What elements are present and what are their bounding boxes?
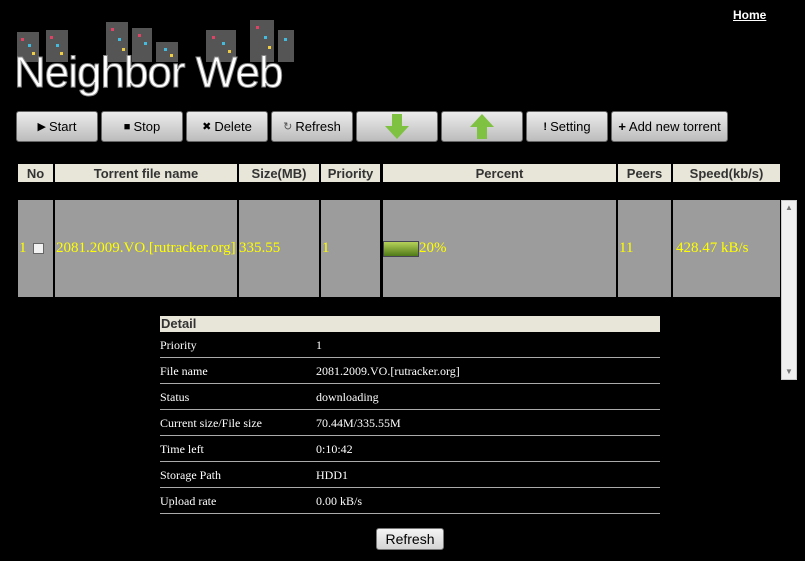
- detail-row: Upload rate 0.00 kB/s: [160, 489, 660, 514]
- column-header-peers: Peers: [618, 164, 671, 182]
- row-number: 1: [19, 240, 27, 256]
- exclamation-icon: !: [543, 120, 548, 133]
- column-header-percent: Percent: [383, 164, 616, 182]
- speed-cell: 428.47 kB/s: [673, 200, 780, 297]
- detail-label: Priority: [160, 337, 197, 352]
- stop-button[interactable]: ■ Stop: [101, 111, 183, 142]
- detail-row: Status downloading: [160, 385, 660, 410]
- scroll-down-arrow-icon[interactable]: ▼: [782, 365, 796, 379]
- detail-label: Status: [160, 389, 190, 404]
- column-header-priority: Priority: [321, 164, 380, 182]
- percent-value: 20%: [419, 240, 447, 256]
- detail-value: downloading: [316, 389, 379, 404]
- detail-row: Current size/File size 70.44M/335.55M: [160, 411, 660, 436]
- priority-cell: 1: [321, 200, 380, 297]
- detail-panel: Detail Priority 1 File name 2081.2009.VO…: [160, 316, 660, 514]
- detail-row: Priority 1: [160, 333, 660, 358]
- column-header-no: No: [18, 164, 53, 182]
- home-link[interactable]: Home: [733, 8, 766, 22]
- plus-icon: +: [618, 119, 626, 134]
- detail-row: Storage Path HDD1: [160, 463, 660, 488]
- detail-label: Current size/File size: [160, 415, 262, 430]
- up-arrow-icon: [470, 113, 494, 139]
- detail-title: Detail: [160, 316, 660, 332]
- refresh-icon: ↻: [283, 121, 293, 133]
- percent-cell: 20%: [383, 200, 616, 297]
- move-up-button[interactable]: [441, 111, 523, 142]
- setting-button[interactable]: ! Setting: [526, 111, 608, 142]
- detail-label: File name: [160, 363, 208, 378]
- progress-bar: [383, 240, 419, 257]
- priority-value: 1: [322, 240, 330, 256]
- detail-value: 2081.2009.VO.[rutracker.org]: [316, 363, 460, 378]
- detail-label: Storage Path: [160, 467, 221, 482]
- table-row-no-cell[interactable]: 1: [18, 200, 53, 297]
- move-down-button[interactable]: [356, 111, 438, 142]
- row-checkbox[interactable]: [32, 243, 44, 254]
- logo-text: Neighbor Web: [13, 48, 283, 98]
- refresh-button[interactable]: ↻ Refresh: [271, 111, 353, 142]
- size-cell: 335.55: [239, 200, 319, 297]
- peers-value: 11: [619, 240, 634, 256]
- torrent-name-cell[interactable]: 2081.2009.VO.[rutracker.org]: [55, 200, 237, 297]
- detail-value: 1: [316, 337, 322, 352]
- size-value: 335.55: [239, 240, 281, 256]
- detail-label: Upload rate: [160, 493, 217, 508]
- detail-value: 0.00 kB/s: [316, 493, 363, 508]
- refresh-bottom-button[interactable]: Refresh: [376, 528, 444, 550]
- column-header-speed: Speed(kb/s): [673, 164, 780, 182]
- stop-icon: ■: [123, 120, 131, 133]
- detail-value: 70.44M/335.55M: [316, 415, 401, 430]
- down-arrow-icon: [385, 113, 409, 139]
- torrent-name: 2081.2009.VO.[rutracker.org]: [56, 240, 236, 256]
- start-button[interactable]: ▶ Start: [16, 111, 98, 142]
- speed-value: 428.47 kB/s: [676, 240, 749, 256]
- column-header-size: Size(MB): [239, 164, 319, 182]
- play-icon: ▶: [37, 121, 46, 133]
- detail-row: File name 2081.2009.VO.[rutracker.org]: [160, 359, 660, 384]
- add-new-torrent-button[interactable]: + Add new torrent: [611, 111, 728, 142]
- delete-button[interactable]: ✖ Delete: [186, 111, 268, 142]
- column-header-name: Torrent file name: [55, 164, 237, 182]
- detail-row: Time left 0:10:42: [160, 437, 660, 462]
- peers-cell: 11: [618, 200, 671, 297]
- scroll-up-arrow-icon[interactable]: ▲: [782, 201, 796, 215]
- x-icon: ✖: [202, 121, 212, 133]
- scrollbar[interactable]: ▲ ▼: [781, 200, 797, 380]
- detail-value: 0:10:42: [316, 441, 353, 456]
- detail-value: HDD1: [316, 467, 348, 482]
- detail-label: Time left: [160, 441, 204, 456]
